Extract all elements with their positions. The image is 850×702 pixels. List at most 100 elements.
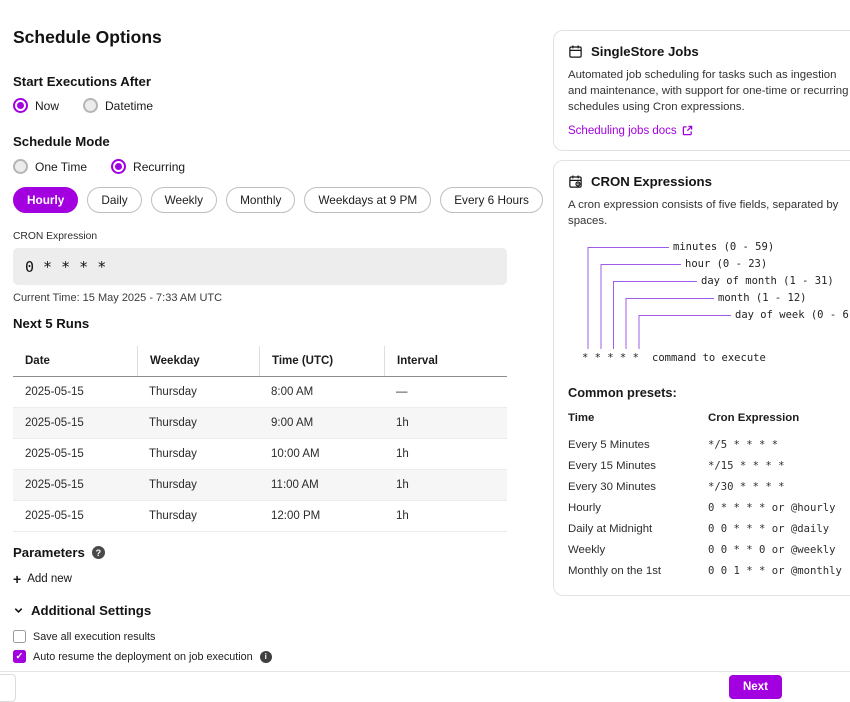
radio-datetime-label: Datetime: [105, 99, 153, 113]
parameters-heading-row: Parameters ?: [13, 545, 105, 560]
radio-one-time-label: One Time: [35, 160, 87, 174]
cell-weekday: Thursday: [137, 377, 259, 407]
preset-name: Hourly: [568, 497, 708, 518]
chip-hourly[interactable]: Hourly: [13, 187, 78, 213]
cron-diagram: minutes (0 - 59) hour (0 - 23) day of mo…: [568, 241, 850, 373]
preset-name: Every 15 Minutes: [568, 455, 708, 476]
start-executions-heading: Start Executions After: [13, 74, 151, 89]
docs-link-label: Scheduling jobs docs: [568, 125, 677, 137]
add-new-label: Add new: [27, 573, 72, 585]
cron-icon: [568, 174, 583, 189]
radio-now[interactable]: Now: [13, 98, 59, 113]
radio-recurring[interactable]: Recurring: [111, 159, 185, 174]
cell-date: 2025-05-15: [13, 501, 137, 531]
checkbox-auto-resume[interactable]: Auto resume the deployment on job execut…: [13, 650, 272, 663]
preset-name: Every 5 Minutes: [568, 434, 708, 455]
checkbox-checked-icon: [13, 650, 26, 663]
preset-expression: */30 * * * *: [708, 476, 850, 497]
preset-expression: 0 0 * * 0 or @weekly: [708, 539, 850, 560]
table-header-row: Date Weekday Time (UTC) Interval: [13, 346, 507, 377]
cell-time: 8:00 AM: [259, 377, 384, 407]
page-title: Schedule Options: [13, 27, 162, 48]
additional-settings-toggle[interactable]: Additional Settings: [13, 603, 151, 618]
current-time-text: Current Time: 15 May 2025 - 7:33 AM UTC: [13, 292, 222, 304]
cell-interval: 1h: [384, 501, 507, 531]
next-runs-table: Date Weekday Time (UTC) Interval 2025-05…: [13, 346, 507, 532]
cell-date: 2025-05-15: [13, 439, 137, 469]
cell-time: 11:00 AM: [259, 470, 384, 500]
cron-card-title: CRON Expressions: [591, 174, 712, 189]
radio-unselected-icon: [13, 159, 28, 174]
cron-expressions-card: CRON Expressions A cron expression consi…: [553, 160, 850, 596]
radio-unselected-icon: [83, 98, 98, 113]
checkbox-save-results[interactable]: Save all execution results: [13, 630, 155, 643]
preset-expression: 0 * * * * or @hourly: [708, 497, 850, 518]
presets-column-time: Time: [568, 408, 708, 434]
additional-settings-heading: Additional Settings: [31, 603, 151, 618]
radio-selected-icon: [111, 159, 126, 174]
help-icon[interactable]: ?: [92, 546, 105, 559]
plus-icon: +: [13, 572, 21, 586]
schedule-mode-heading: Schedule Mode: [13, 134, 110, 149]
radio-one-time[interactable]: One Time: [13, 159, 87, 174]
column-header-weekday: Weekday: [137, 346, 259, 376]
footer-divider: [0, 671, 850, 672]
cron-card-description: A cron expression consists of five field…: [568, 197, 850, 229]
presets-column-expression: Cron Expression: [708, 408, 850, 434]
preset-name: Every 30 Minutes: [568, 476, 708, 497]
chevron-down-icon: [13, 605, 24, 616]
schedule-mode-radio-group: One Time Recurring: [13, 159, 185, 174]
checkbox-auto-resume-label: Auto resume the deployment on job execut…: [33, 651, 253, 663]
radio-recurring-label: Recurring: [133, 160, 185, 174]
radio-datetime[interactable]: Datetime: [83, 98, 153, 113]
preset-expression: */5 * * * *: [708, 434, 850, 455]
column-header-interval: Interval: [384, 346, 507, 376]
table-row: 2025-05-15 Thursday 12:00 PM 1h: [13, 501, 507, 532]
cell-weekday: Thursday: [137, 501, 259, 531]
radio-selected-icon: [13, 98, 28, 113]
singlestore-jobs-card: SingleStore Jobs Automated job schedulin…: [553, 30, 850, 151]
jobs-card-title: SingleStore Jobs: [591, 44, 699, 59]
checkbox-unchecked-icon: [13, 630, 26, 643]
preset-expression: 0 0 1 * * or @monthly: [708, 560, 850, 581]
chip-weekly[interactable]: Weekly: [151, 187, 217, 213]
cron-expression-label: CRON Expression: [13, 231, 97, 242]
info-icon[interactable]: i: [260, 651, 272, 663]
diagram-asterisks: * * * * *: [582, 352, 639, 364]
cutoff-button[interactable]: [0, 674, 16, 702]
next-button[interactable]: Next: [729, 675, 782, 699]
add-new-button[interactable]: + Add new: [13, 572, 72, 586]
cell-weekday: Thursday: [137, 470, 259, 500]
diagram-label-hour: hour (0 - 23): [685, 258, 767, 270]
chip-weekdays-9pm[interactable]: Weekdays at 9 PM: [304, 187, 431, 213]
cell-date: 2025-05-15: [13, 377, 137, 407]
cell-time: 10:00 AM: [259, 439, 384, 469]
diagram-label-month: month (1 - 12): [718, 292, 807, 304]
chip-every-6-hours[interactable]: Every 6 Hours: [440, 187, 543, 213]
cell-date: 2025-05-15: [13, 470, 137, 500]
preset-name: Weekly: [568, 539, 708, 560]
diagram-label-day-of-month: day of month (1 - 31): [701, 275, 834, 287]
scheduling-docs-link[interactable]: Scheduling jobs docs: [568, 125, 693, 137]
cron-expression-input[interactable]: [13, 248, 507, 285]
table-row: 2025-05-15 Thursday 9:00 AM 1h: [13, 408, 507, 439]
preset-name: Monthly on the 1st: [568, 560, 708, 581]
preset-expression: 0 0 * * * or @daily: [708, 518, 850, 539]
common-presets-heading: Common presets:: [568, 385, 850, 400]
preset-name: Daily at Midnight: [568, 518, 708, 539]
chip-daily[interactable]: Daily: [87, 187, 141, 213]
jobs-card-description: Automated job scheduling for tasks such …: [568, 67, 850, 116]
presets-table: Time Cron Expression Every 5 Minutes */5…: [568, 408, 850, 581]
parameters-heading: Parameters: [13, 545, 85, 560]
checkbox-save-results-label: Save all execution results: [33, 631, 155, 643]
column-header-date: Date: [13, 346, 137, 376]
next-runs-heading: Next 5 Runs: [13, 316, 89, 331]
cell-interval: 1h: [384, 408, 507, 438]
table-row: 2025-05-15 Thursday 10:00 AM 1h: [13, 439, 507, 470]
cell-time: 12:00 PM: [259, 501, 384, 531]
radio-now-label: Now: [35, 99, 59, 113]
chip-monthly[interactable]: Monthly: [226, 187, 295, 213]
diagram-label-minutes: minutes (0 - 59): [673, 241, 774, 253]
diagram-label-day-of-week: day of week (0 - 6): [735, 309, 850, 321]
cell-weekday: Thursday: [137, 439, 259, 469]
